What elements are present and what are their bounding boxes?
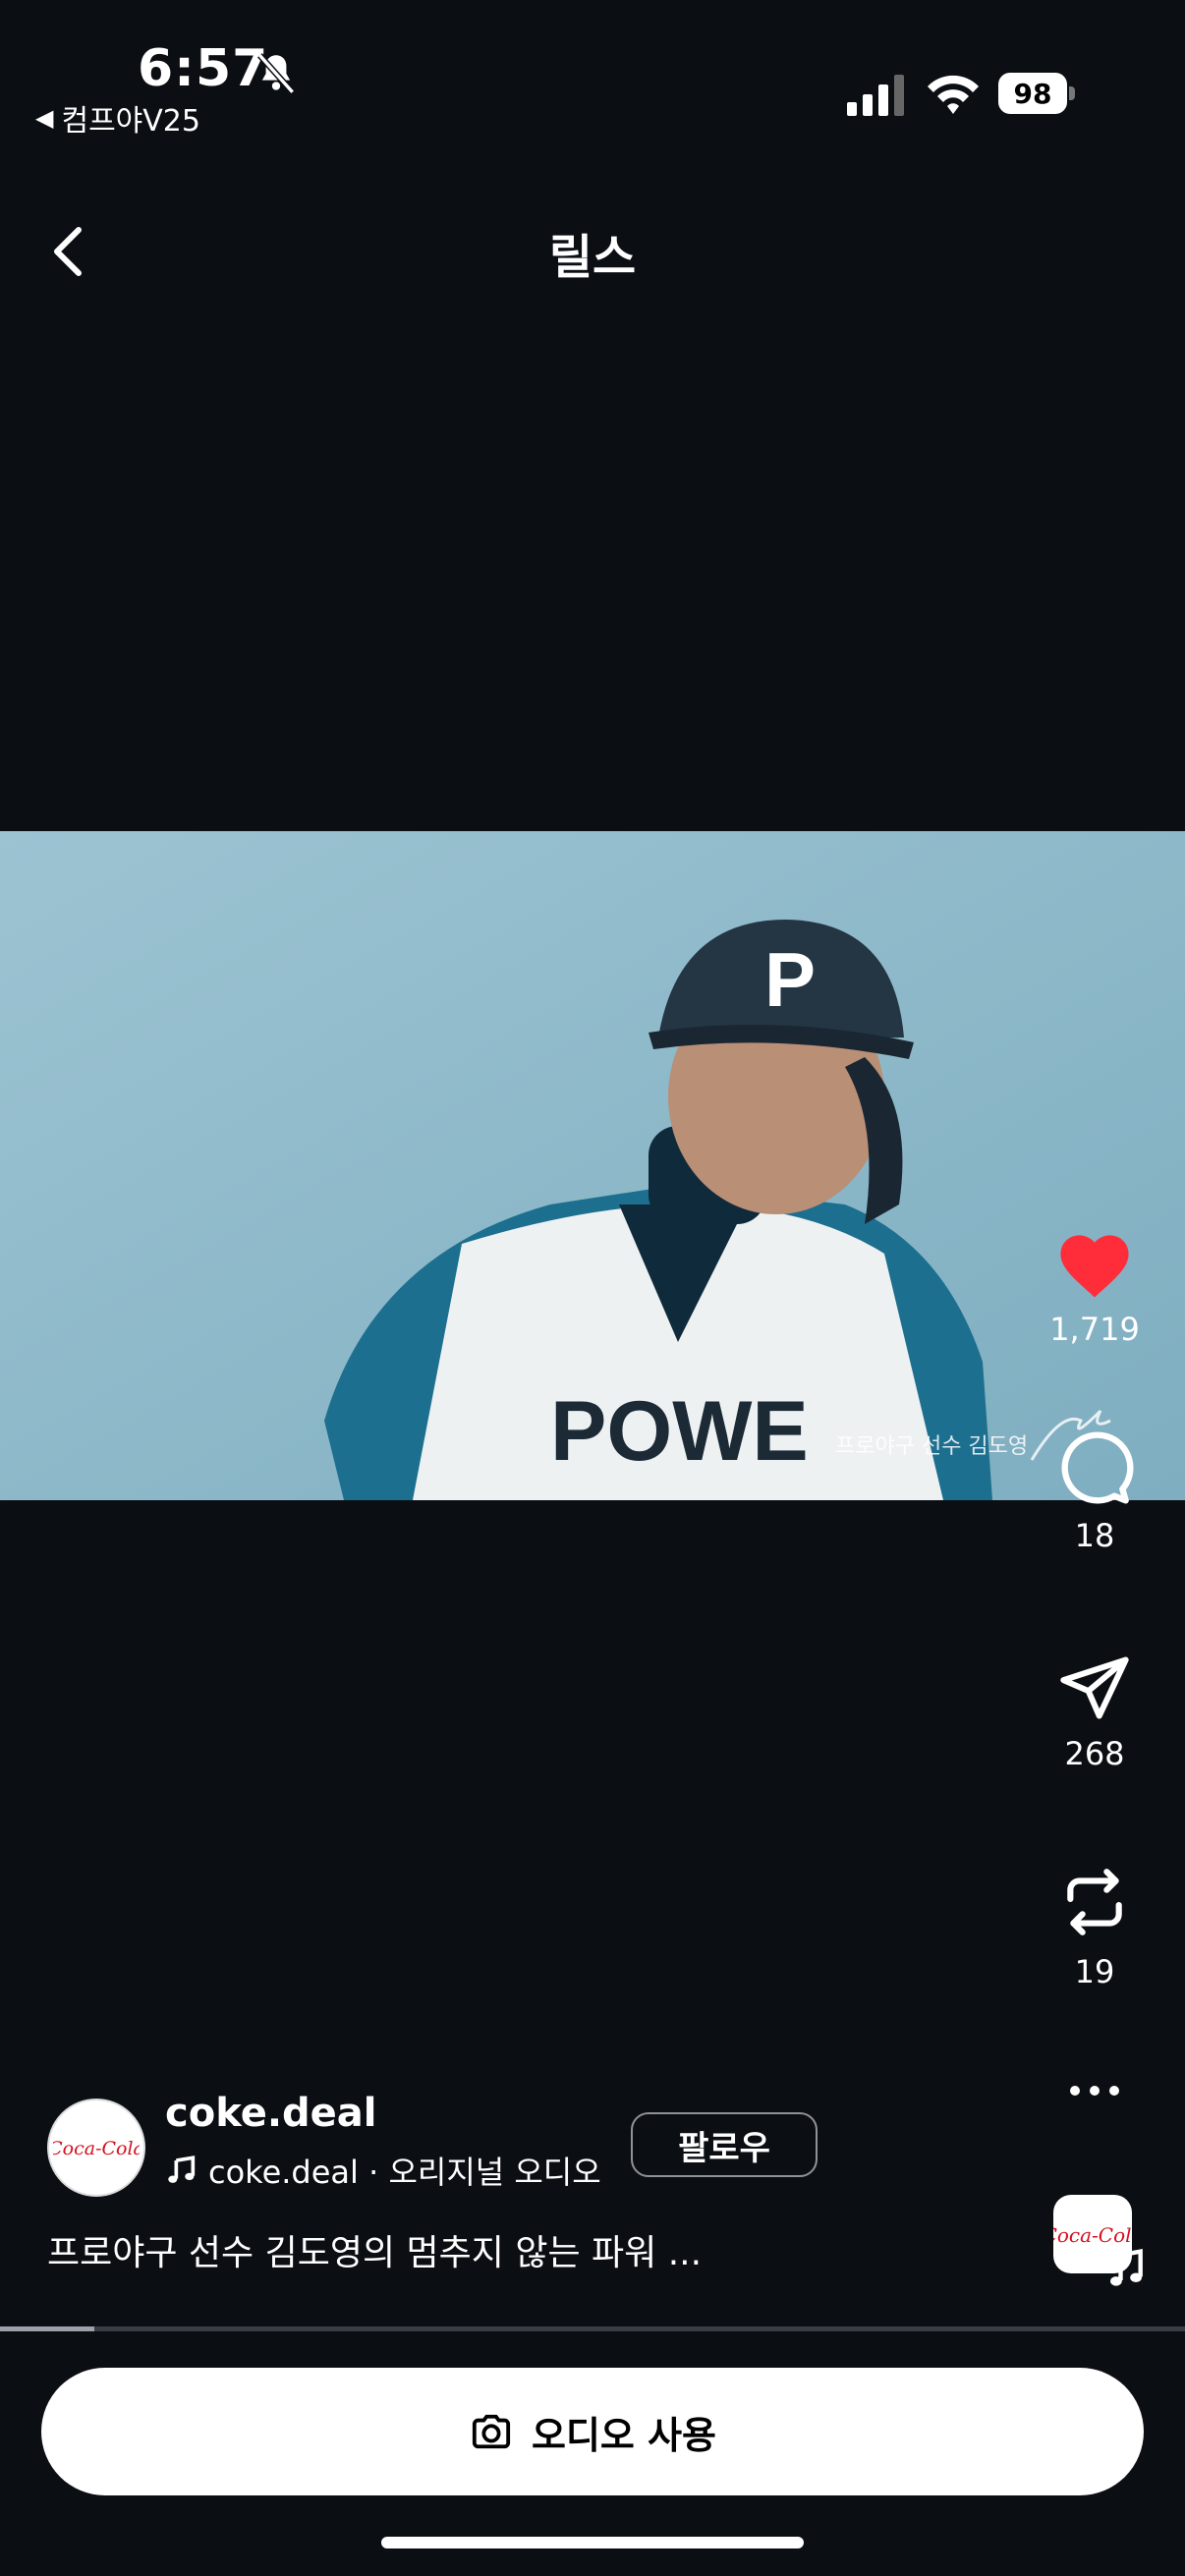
- follow-button[interactable]: 팔로우: [631, 2112, 818, 2177]
- bell-slash-icon: [256, 53, 296, 94]
- use-audio-button[interactable]: 오디오 사용: [41, 2368, 1144, 2495]
- wifi-icon: [928, 75, 979, 114]
- comment-bubble-icon: [1061, 1431, 1134, 1504]
- svg-text:Coca-Cola: Coca-Cola: [1053, 2223, 1132, 2247]
- like-count: 1,719: [1049, 1311, 1140, 1348]
- svg-text:Coca-Cola: Coca-Cola: [53, 2138, 140, 2159]
- repost-button[interactable]: 19: [1044, 1861, 1146, 1990]
- back-triangle-icon: ◀: [35, 104, 54, 132]
- playback-progress-fill: [0, 2326, 95, 2331]
- use-audio-label: 오디오 사용: [531, 2413, 717, 2457]
- camera-icon: [472, 2414, 511, 2449]
- repost-count: 19: [1074, 1953, 1115, 1990]
- comment-count: 18: [1074, 1517, 1115, 1554]
- battery-icon: 98: [998, 73, 1077, 114]
- author-username[interactable]: coke.deal: [165, 2091, 377, 2136]
- status-time: 6:57: [138, 39, 269, 98]
- like-button[interactable]: 1,719: [1044, 1226, 1146, 1348]
- heart-filled-icon: [1060, 1235, 1129, 1298]
- author-avatar[interactable]: Coca-Cola: [47, 2099, 145, 2197]
- audio-attribution[interactable]: coke.deal · 오리지널 오디오: [165, 2148, 601, 2193]
- more-dots-icon: [1070, 2086, 1119, 2096]
- cellular-signal-icon: [847, 75, 904, 116]
- page-title: 릴스: [548, 230, 637, 285]
- reel-caption[interactable]: 프로야구 선수 김도영의 멈추지 않는 파워 ...: [47, 2224, 702, 2275]
- battery-level: 98: [998, 73, 1067, 114]
- music-note-icon: [1110, 2249, 1143, 2286]
- music-note-icon: [168, 2156, 196, 2183]
- back-to-app-link[interactable]: ◀ 컴프야V25: [35, 96, 200, 140]
- reel-video[interactable]: POWE P: [0, 831, 1185, 1500]
- audio-label: coke.deal · 오리지널 오디오: [208, 2154, 601, 2191]
- home-indicator[interactable]: [381, 2537, 804, 2548]
- playback-progress-bar[interactable]: [0, 2326, 1185, 2331]
- share-button[interactable]: 268: [1044, 1651, 1146, 1772]
- coca-cola-logo-icon: Coca-Cola: [53, 2138, 140, 2159]
- share-count: 268: [1064, 1735, 1125, 1772]
- paper-plane-icon: [1060, 1656, 1129, 1719]
- svg-text:P: P: [764, 936, 816, 1023]
- back-app-label: 컴프야V25: [61, 104, 200, 139]
- video-overlay-text: 프로야구 선수 김도영: [835, 1434, 1029, 1459]
- comment-button[interactable]: 18: [1044, 1428, 1146, 1554]
- repost-arrows-icon: [1067, 1869, 1122, 1935]
- video-frame-image: POWE P: [0, 831, 1185, 1500]
- svg-text:POWE: POWE: [550, 1384, 809, 1479]
- more-options-button[interactable]: [1044, 2081, 1146, 2100]
